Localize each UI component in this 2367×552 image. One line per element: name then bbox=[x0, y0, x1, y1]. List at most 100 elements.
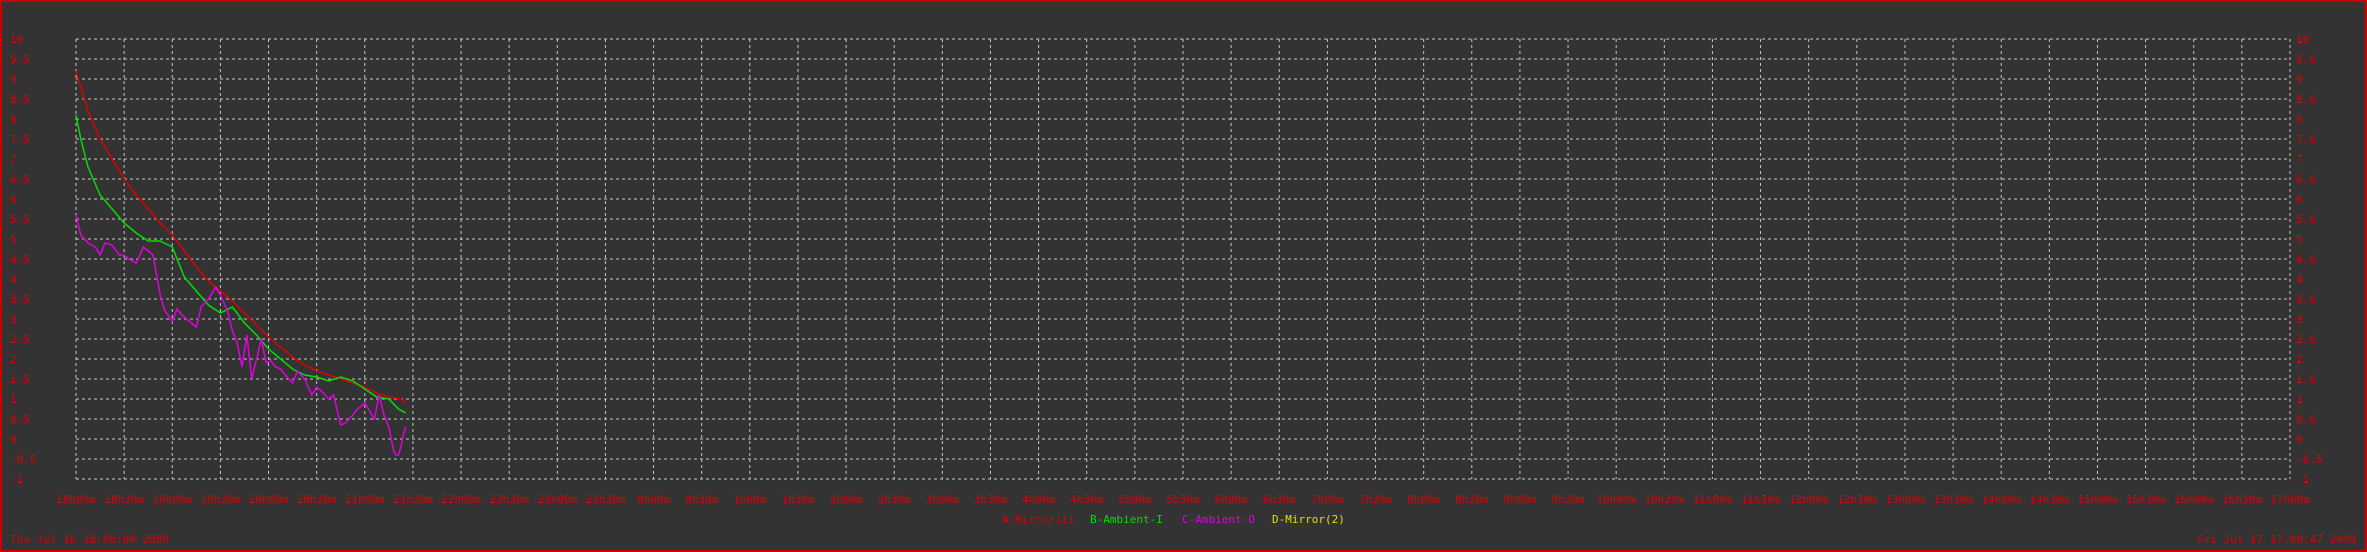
y-tick-label-right: 4.5 bbox=[2296, 253, 2316, 266]
y-tick-label-right: 6.5 bbox=[2296, 173, 2316, 186]
x-tick-label: 20h30m bbox=[297, 493, 337, 506]
y-tick-label-left: 4 bbox=[10, 273, 17, 286]
y-tick-label-left: 2 bbox=[10, 353, 17, 366]
x-tick-label: 7h00m bbox=[1311, 493, 1344, 506]
y-tick-label-left: 6 bbox=[10, 193, 17, 206]
legend-entry: D-Mirror(2) bbox=[1272, 513, 1345, 526]
x-tick-label: 4h30m bbox=[1070, 493, 1103, 506]
y-tick-label-right: 3 bbox=[2296, 313, 2303, 326]
y-tick-label-left: 0 bbox=[10, 433, 17, 446]
x-tick-label: 7h30m bbox=[1359, 493, 1392, 506]
y-tick-label-right: -1 bbox=[2296, 473, 2309, 486]
y-tick-label-left: 6.5 bbox=[10, 173, 30, 186]
y-tick-label-right: 7.5 bbox=[2296, 133, 2316, 146]
y-tick-label-right: 0 bbox=[2296, 433, 2303, 446]
x-tick-label: 22h00m bbox=[441, 493, 481, 506]
x-tick-label: 10h00m bbox=[1596, 493, 1636, 506]
x-tick-label: 19h30m bbox=[201, 493, 241, 506]
x-tick-label: 0h30m bbox=[685, 493, 718, 506]
x-tick-label: 16h00m bbox=[2174, 493, 2214, 506]
x-tick-label: 2h00m bbox=[830, 493, 863, 506]
x-tick-label: 23h00m bbox=[537, 493, 577, 506]
x-tick-label: 18h30m bbox=[104, 493, 144, 506]
x-tick-label: 17h00m bbox=[2270, 493, 2310, 506]
x-tick-label: 6h30m bbox=[1263, 493, 1296, 506]
x-tick-label: 5h30m bbox=[1166, 493, 1199, 506]
x-tick-label: 14h00m bbox=[1981, 493, 2021, 506]
y-tick-label-right: 0.5 bbox=[2296, 413, 2316, 426]
y-axis-left: -1 -0.5 0 0.5 1 1.5 2 2.5 3 3.5 4 4.5 5 5.5 6 6.5 7 7.5 8 8… bbox=[10, 33, 37, 486]
y-tick-label-left: 7.5 bbox=[10, 133, 30, 146]
y-tick-label-right: 4 bbox=[2296, 273, 2303, 286]
y-tick-label-left: 3.5 bbox=[10, 293, 30, 306]
x-tick-label: 13h30m bbox=[1933, 493, 1973, 506]
x-tick-label: 5h00m bbox=[1118, 493, 1151, 506]
y-tick-label-right: 7 bbox=[2296, 153, 2303, 166]
y-tick-label-left: -1 bbox=[10, 473, 23, 486]
y-tick-label-right: 5 bbox=[2296, 233, 2303, 246]
y-tick-label-left: 1.5 bbox=[10, 373, 30, 386]
x-tick-label: 23h30m bbox=[586, 493, 626, 506]
x-tick-label: 13h00m bbox=[1885, 493, 1925, 506]
series-line-b-ambient-i bbox=[75, 114, 407, 414]
y-tick-label-right: 9 bbox=[2296, 73, 2303, 86]
series-lines bbox=[75, 70, 407, 456]
x-tick-label: 3h00m bbox=[926, 493, 959, 506]
x-tick-label: 12h30m bbox=[1837, 493, 1877, 506]
y-tick-label-left: 2.5 bbox=[10, 333, 30, 346]
legend-entry: C-Ambient-O bbox=[1182, 513, 1255, 526]
x-tick-label: 18h00m bbox=[56, 493, 96, 506]
x-tick-label: 9h00m bbox=[1503, 493, 1536, 506]
x-tick-label: 19h00m bbox=[152, 493, 192, 506]
y-tick-label-right: 10 bbox=[2296, 33, 2309, 46]
y-tick-label-left: 7 bbox=[10, 153, 17, 166]
y-tick-label-right: 2 bbox=[2296, 353, 2303, 366]
x-tick-label: 21h00m bbox=[345, 493, 385, 506]
x-tick-label: 6h00m bbox=[1215, 493, 1248, 506]
x-tick-label: 1h00m bbox=[733, 493, 766, 506]
x-tick-label: 12h00m bbox=[1789, 493, 1829, 506]
y-tick-label-right: 3.5 bbox=[2296, 293, 2316, 306]
x-tick-label: 9h30m bbox=[1551, 493, 1584, 506]
y-tick-label-right: 1 bbox=[2296, 393, 2303, 406]
y-tick-label-right: 1.5 bbox=[2296, 373, 2316, 386]
grid-lines bbox=[75, 38, 2291, 480]
y-tick-label-left: 5.5 bbox=[10, 213, 30, 226]
start-time-label: Thu Jul 16 18:00:00 2009 bbox=[10, 533, 169, 546]
y-tick-label-right: 8.5 bbox=[2296, 93, 2316, 106]
legend-entry: A-Mirror(1) bbox=[1002, 513, 1075, 526]
y-tick-label-left: 9.5 bbox=[10, 53, 30, 66]
x-tick-label: 8h30m bbox=[1455, 493, 1488, 506]
x-axis: 18h00m 18h30m 19h00m 19h30m 20h00m 20h30m 21h0… bbox=[56, 493, 2310, 506]
temperature-line-chart: -1 -0.5 0 0.5 1 1.5 2 2.5 3 3.5 4 4.5 5 5.5 6 6.5 7 7.5 8 8… bbox=[10, 33, 2356, 546]
y-tick-label-right: 2.5 bbox=[2296, 333, 2316, 346]
y-tick-label-left: 9 bbox=[10, 73, 17, 86]
x-tick-label: 14h30m bbox=[2029, 493, 2069, 506]
x-tick-label: 2h30m bbox=[878, 493, 911, 506]
x-tick-label: 0h00m bbox=[637, 493, 670, 506]
x-tick-label: 15h30m bbox=[2126, 493, 2166, 506]
x-tick-label: 3h30m bbox=[974, 493, 1007, 506]
y-tick-label-right: 5.5 bbox=[2296, 213, 2316, 226]
end-time-label: Fri Jul 17 17:00:47 2009 bbox=[2197, 533, 2356, 546]
x-tick-label: 1h30m bbox=[781, 493, 814, 506]
x-tick-label: 10h30m bbox=[1644, 493, 1684, 506]
y-tick-label-left: 0.5 bbox=[10, 413, 30, 426]
x-tick-label: 4h00m bbox=[1022, 493, 1055, 506]
legend: A-Mirror(1) B-Ambient-I C-Ambient-O D-Mirro… bbox=[1002, 513, 1345, 526]
x-tick-label: 11h00m bbox=[1693, 493, 1733, 506]
y-tick-label-left: 4.5 bbox=[10, 253, 30, 266]
y-axis-right: -1 -0.5 0 0.5 1 1.5 2 2.5 3 3.5 4 4.5 5 5.5 6 6.5 7 7.5 8 8… bbox=[2296, 33, 2323, 486]
y-tick-label-left: 8.5 bbox=[10, 93, 30, 106]
x-tick-label: 11h30m bbox=[1741, 493, 1781, 506]
y-tick-label-right: -0.5 bbox=[2296, 453, 2323, 466]
y-tick-label-left: 1 bbox=[10, 393, 17, 406]
y-tick-label-left: -0.5 bbox=[10, 453, 37, 466]
x-tick-label: 22h30m bbox=[489, 493, 529, 506]
y-tick-label-left: 5 bbox=[10, 233, 17, 246]
y-tick-label-left: 10 bbox=[10, 33, 23, 46]
chart-frame: -1 -0.5 0 0.5 1 1.5 2 2.5 3 3.5 4 4.5 5 5.5 6 6.5 7 7.5 8 8… bbox=[0, 0, 2367, 552]
y-tick-label-right: 8 bbox=[2296, 113, 2303, 126]
y-tick-label-right: 9.5 bbox=[2296, 53, 2316, 66]
y-tick-label-right: 6 bbox=[2296, 193, 2303, 206]
